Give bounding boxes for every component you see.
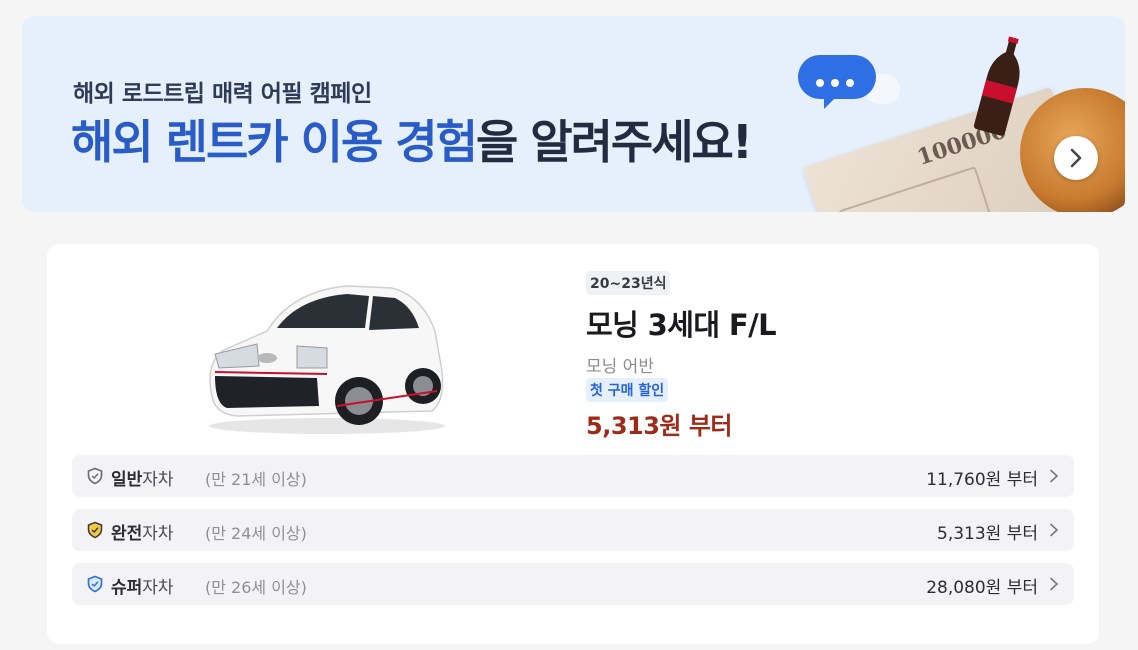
insurance-price: 28,080원 부터: [926, 578, 1038, 598]
chat-bubble-icon: [798, 55, 876, 109]
insurance-age-requirement: (만 26세 이상): [205, 578, 307, 597]
car-image: [209, 285, 445, 434]
insurance-option-super[interactable]: 슈퍼자차 (만 26세 이상) 28,080원 부터: [72, 563, 1074, 605]
banner-title-rest: 을 알려주세요!: [475, 115, 753, 169]
insurance-age-requirement: (만 21세 이상): [205, 470, 307, 489]
banner-subtitle: 해외 로드트립 매력 어필 캠페인: [73, 81, 372, 107]
insurance-name: 완전자차: [111, 524, 174, 544]
model-year-badge: 20~23년식: [586, 271, 671, 295]
car-price-from: 5,313원 부터: [586, 412, 733, 440]
banner-title: 해외 렌트카 이용 경험을 알려주세요!: [71, 106, 753, 172]
insurance-price: 5,313원 부터: [937, 524, 1038, 544]
insurance-age-requirement: (만 24세 이상): [205, 524, 307, 543]
insurance-option-full[interactable]: 완전자차 (만 24세 이상) 5,313원 부터: [72, 509, 1074, 551]
insurance-name: 슈퍼자차: [111, 578, 174, 598]
chevron-right-icon: [1050, 577, 1059, 591]
insurance-name: 일반자차: [111, 470, 174, 490]
chevron-right-icon: [1050, 523, 1059, 537]
insurance-option-basic[interactable]: 일반자차 (만 21세 이상) 11,760원 부터: [72, 455, 1074, 497]
chevron-right-icon: [1070, 148, 1082, 168]
car-trim: 모닝 어반: [586, 357, 654, 377]
banner-next-button[interactable]: [1054, 136, 1098, 180]
chevron-right-icon: [1050, 469, 1059, 483]
car-model-name: 모닝 3세대 F/L: [586, 308, 777, 342]
insurance-price: 11,760원 부터: [926, 470, 1038, 490]
banner-title-highlight: 해외 렌트카 이용 경험: [71, 115, 478, 169]
first-purchase-discount-badge: 첫 구매 할인: [586, 378, 669, 402]
shield-icon: [87, 575, 103, 593]
shield-icon: [87, 521, 103, 539]
car-card[interactable]: 20~23년식 모닝 3세대 F/L 모닝 어반 첫 구매 할인 5,313원 …: [47, 244, 1099, 644]
campaign-banner[interactable]: 해외 로드트립 매력 어필 캠페인 해외 렌트카 이용 경험을 알려주세요! 1…: [22, 16, 1125, 212]
shield-icon: [87, 467, 103, 485]
